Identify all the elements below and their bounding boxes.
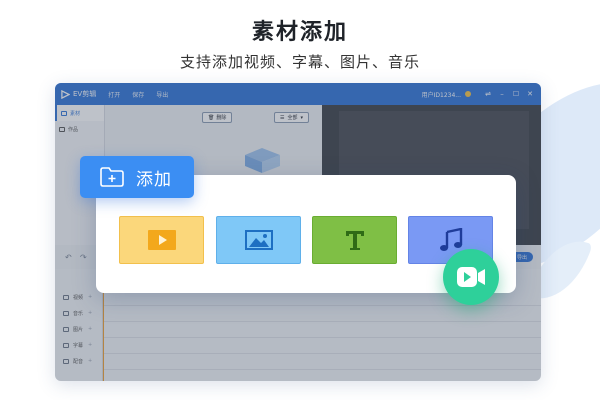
- add-image-tile[interactable]: [216, 216, 301, 264]
- video-camera-icon: [457, 267, 485, 287]
- add-button[interactable]: 添加: [80, 156, 194, 198]
- image-icon: [244, 230, 273, 250]
- add-label: 添加: [136, 169, 172, 190]
- music-note-icon: [439, 228, 462, 251]
- hero-subtitle: 支持添加视频、字幕、图片、音乐: [179, 53, 420, 71]
- add-video-tile[interactable]: [119, 216, 204, 264]
- hero-title: 素材添加: [251, 20, 348, 45]
- add-text-tile[interactable]: [312, 216, 397, 264]
- play-icon: [147, 230, 176, 250]
- folder-plus-icon: [100, 167, 124, 187]
- video-fab-button[interactable]: [443, 249, 499, 305]
- text-icon: [345, 231, 364, 250]
